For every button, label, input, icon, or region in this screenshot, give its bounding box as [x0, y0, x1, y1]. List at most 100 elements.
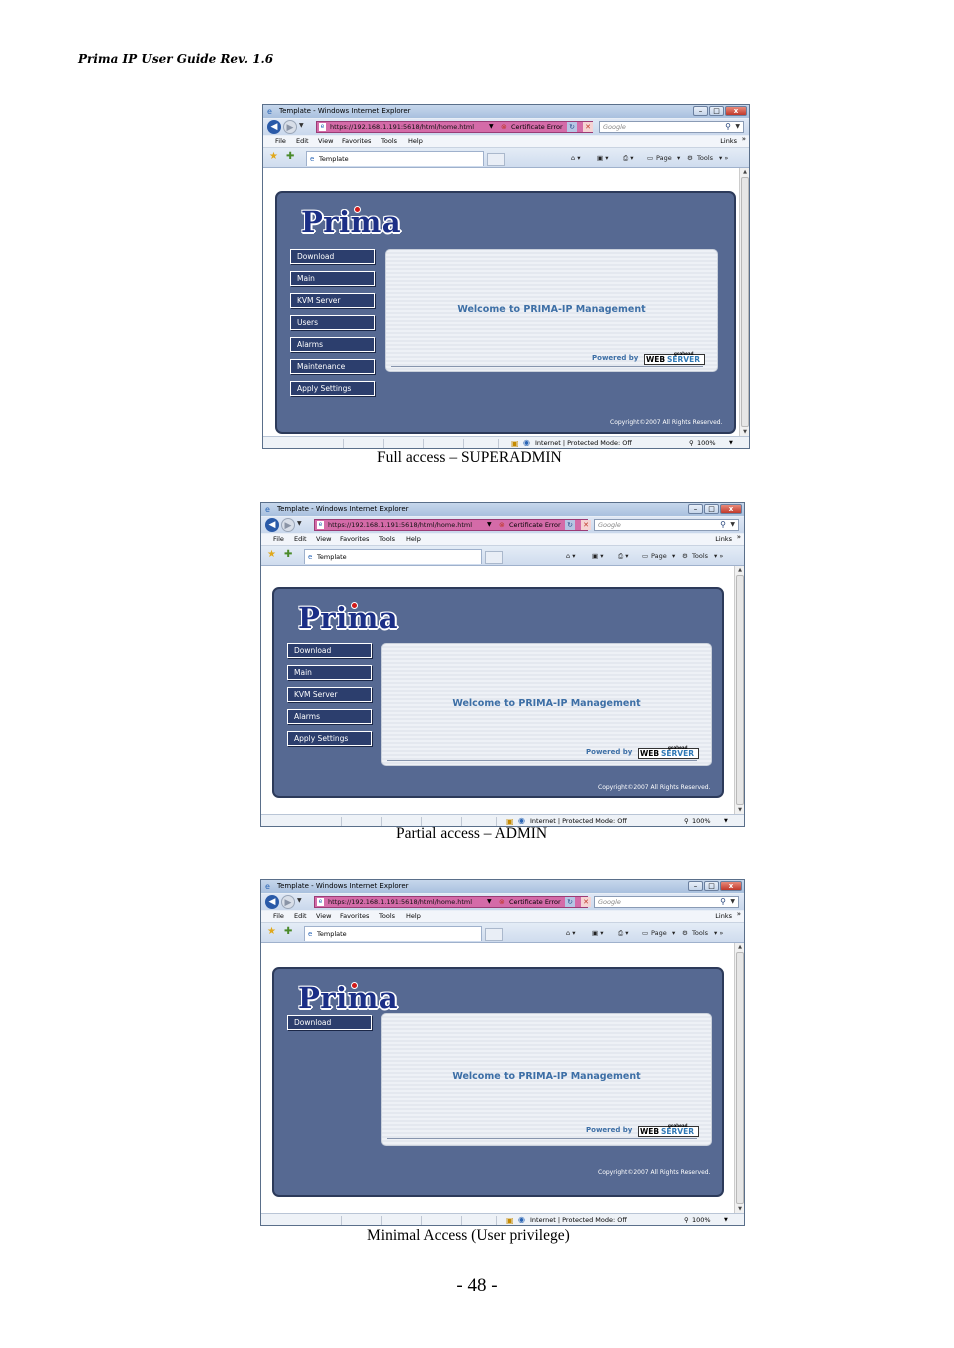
menu-item-file[interactable]: File [273, 911, 284, 922]
address-dropdown-chevron-down-icon[interactable]: ▼ [487, 897, 492, 907]
zoom-chevron-down-icon[interactable]: ▼ [729, 437, 733, 448]
vertical-scrollbar[interactable]: ▲ ▼ [734, 566, 744, 814]
zoom-level[interactable]: 100% [697, 437, 716, 448]
recent-pages-chevron-down-icon[interactable]: ▼ [297, 897, 302, 904]
menu-item-view[interactable]: View [316, 534, 331, 545]
menu-item-edit[interactable]: Edit [296, 136, 309, 147]
nav-button-download[interactable]: Download [287, 643, 372, 658]
close-button[interactable]: x [725, 106, 747, 116]
back-button[interactable]: ◀ [265, 518, 279, 532]
search-icon[interactable]: ⚲ [720, 520, 726, 530]
forward-button[interactable]: ▶ [281, 518, 295, 532]
print-icon[interactable]: ⎙ ▾ [623, 153, 634, 163]
tools-menu[interactable]: Tools [692, 928, 708, 938]
scroll-down-arrow-icon[interactable]: ▼ [735, 807, 744, 813]
menu-item-favorites[interactable]: Favorites [340, 534, 369, 545]
forward-button[interactable]: ▶ [283, 120, 297, 134]
feeds-icon[interactable]: ▣ ▾ [592, 551, 603, 561]
address-dropdown-chevron-down-icon[interactable]: ▼ [489, 122, 494, 132]
scroll-down-arrow-icon[interactable]: ▼ [740, 429, 749, 435]
zoom-chevron-down-icon[interactable]: ▼ [724, 815, 728, 826]
search-icon[interactable]: ⚲ [720, 897, 726, 907]
address-bar[interactable]: e https://192.168.1.191:5618/html/home.ht… [314, 896, 591, 908]
forward-button[interactable]: ▶ [281, 895, 295, 909]
minimize-button[interactable]: – [693, 106, 708, 116]
back-button[interactable]: ◀ [267, 120, 281, 134]
page-menu-icon[interactable]: ▭ [642, 928, 648, 938]
home-icon[interactable]: ⌂ ▾ [566, 551, 575, 561]
zoom-magnifier-icon[interactable]: ⚲ [684, 815, 689, 826]
minimize-button[interactable]: – [688, 504, 703, 514]
menu-item-file[interactable]: File [275, 136, 286, 147]
tools-menu-chevron-down-icon[interactable]: ▾ » [719, 153, 728, 163]
minimize-button[interactable]: – [688, 881, 703, 891]
links-toolbar[interactable]: Links [715, 534, 732, 545]
menu-item-help[interactable]: Help [408, 136, 423, 147]
search-dropdown-chevron-down-icon[interactable]: ▼ [730, 897, 735, 907]
search-input[interactable]: Google ⚲ ▼ [594, 519, 739, 531]
page-menu[interactable]: Page [656, 153, 672, 163]
nav-button-alarms[interactable]: Alarms [290, 337, 375, 352]
protected-mode-warning-icon[interactable]: ▣ [511, 438, 519, 448]
menu-item-view[interactable]: View [316, 911, 331, 922]
maximize-button[interactable]: □ [704, 504, 719, 514]
new-tab-button[interactable] [487, 153, 505, 166]
menu-item-tools[interactable]: Tools [381, 136, 397, 147]
menu-item-help[interactable]: Help [406, 911, 421, 922]
menu-item-file[interactable]: File [273, 534, 284, 545]
favorites-star-icon[interactable]: ★ [269, 151, 278, 162]
protected-mode-warning-icon[interactable]: ▣ [506, 1215, 514, 1225]
search-input[interactable]: Google ⚲ ▼ [594, 896, 739, 908]
tools-menu[interactable]: Tools [692, 551, 708, 561]
links-toolbar[interactable]: Links [715, 911, 732, 922]
nav-button-users[interactable]: Users [290, 315, 375, 330]
page-menu[interactable]: Page [651, 928, 667, 938]
scrollbar-thumb[interactable] [741, 177, 749, 427]
tab-template[interactable]: e Template [306, 151, 484, 166]
address-dropdown-chevron-down-icon[interactable]: ▼ [487, 520, 492, 530]
maximize-button[interactable]: □ [709, 106, 724, 116]
zoom-magnifier-icon[interactable]: ⚲ [684, 1214, 689, 1225]
recent-pages-chevron-down-icon[interactable]: ▼ [299, 122, 304, 129]
favorites-star-icon[interactable]: ★ [267, 926, 276, 937]
menu-item-favorites[interactable]: Favorites [342, 136, 371, 147]
feeds-icon[interactable]: ▣ ▾ [592, 928, 603, 938]
scroll-down-arrow-icon[interactable]: ▼ [735, 1206, 744, 1212]
add-favorite-icon[interactable]: ✚ [286, 151, 294, 162]
stop-icon[interactable]: ✕ [581, 897, 591, 907]
nav-button-kvm-server[interactable]: KVM Server [290, 293, 375, 308]
scrollbar-thumb[interactable] [736, 575, 744, 805]
vertical-scrollbar[interactable]: ▲ ▼ [734, 943, 744, 1213]
stop-icon[interactable]: ✕ [583, 122, 593, 132]
scroll-up-arrow-icon[interactable]: ▲ [740, 169, 749, 175]
more-chevron-icon[interactable]: » [737, 532, 741, 543]
nav-button-main[interactable]: Main [290, 271, 375, 286]
page-menu-chevron-down-icon[interactable]: ▾ [672, 928, 675, 938]
certificate-error-icon[interactable]: ⊗ [501, 122, 507, 132]
add-favorite-icon[interactable]: ✚ [284, 549, 292, 560]
zoom-magnifier-icon[interactable]: ⚲ [689, 437, 694, 448]
nav-button-maintenance[interactable]: Maintenance [290, 359, 375, 374]
more-chevron-icon[interactable]: » [742, 134, 746, 145]
page-menu-icon[interactable]: ▭ [647, 153, 653, 163]
tools-menu-chevron-down-icon[interactable]: ▾ » [714, 928, 723, 938]
gear-icon[interactable]: ⚙ [682, 928, 688, 938]
menu-item-help[interactable]: Help [406, 534, 421, 545]
gear-icon[interactable]: ⚙ [682, 551, 688, 561]
menu-item-tools[interactable]: Tools [379, 911, 395, 922]
certificate-error-label[interactable]: Certificate Error [509, 897, 561, 907]
refresh-icon[interactable]: ↻ [565, 897, 575, 907]
tools-menu[interactable]: Tools [697, 153, 713, 163]
search-dropdown-chevron-down-icon[interactable]: ▼ [735, 122, 740, 132]
search-input[interactable]: Google ⚲ ▼ [599, 121, 744, 133]
gear-icon[interactable]: ⚙ [687, 153, 693, 163]
home-icon[interactable]: ⌂ ▾ [571, 153, 580, 163]
tools-menu-chevron-down-icon[interactable]: ▾ » [714, 551, 723, 561]
new-tab-button[interactable] [485, 928, 503, 941]
recent-pages-chevron-down-icon[interactable]: ▼ [297, 520, 302, 527]
address-url[interactable]: https://192.168.1.191:5618/html/home.htm… [328, 897, 472, 907]
certificate-error-icon[interactable]: ⊗ [499, 897, 505, 907]
scroll-up-arrow-icon[interactable]: ▲ [735, 567, 744, 573]
zoom-level[interactable]: 100% [692, 815, 711, 826]
zoom-level[interactable]: 100% [692, 1214, 711, 1225]
